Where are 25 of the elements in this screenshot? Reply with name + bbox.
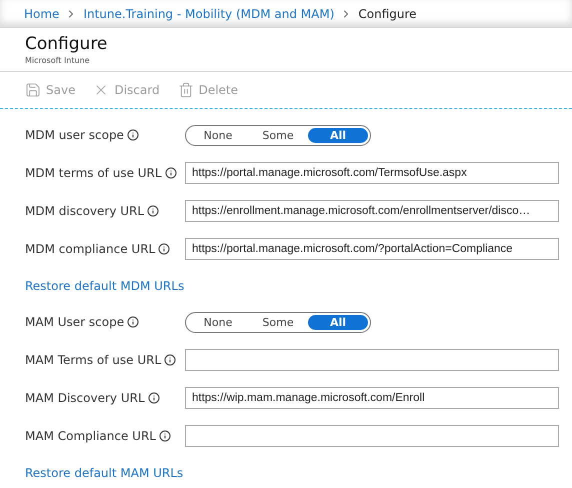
field-label: MAM Terms of use URL bbox=[25, 353, 162, 367]
field-label: MAM Discovery URL bbox=[25, 391, 145, 405]
field-label: MDM discovery URL bbox=[25, 204, 144, 218]
scope-option[interactable]: None bbox=[188, 128, 248, 142]
url-field[interactable]: https://enrollment.manage.microsoft.com/enrollmentserver/disco… bbox=[185, 200, 559, 222]
restore-link[interactable]: Restore default MDM URLs bbox=[25, 268, 184, 303]
scope-option[interactable]: Some bbox=[248, 128, 308, 142]
field-label: MDM compliance URL bbox=[25, 242, 156, 256]
field-label: MAM User scope bbox=[25, 315, 124, 329]
breadcrumb-link[interactable]: Configure bbox=[358, 6, 417, 20]
page-title: Configure bbox=[25, 34, 108, 54]
url-field[interactable]: https://wip.mam.manage.microsoft.com/Enroll bbox=[185, 387, 559, 409]
field-label: MDM user scope bbox=[25, 128, 124, 142]
url-field[interactable]: https://portal.manage.microsoft.com/TermsofUse.aspx bbox=[185, 162, 559, 184]
page-subtitle: Microsoft Intune bbox=[25, 56, 91, 65]
scope-option[interactable]: Some bbox=[248, 314, 308, 330]
scope-option[interactable]: All bbox=[308, 128, 368, 142]
restore-link[interactable]: Restore default MAM URLs bbox=[25, 455, 184, 488]
field-label: MDM terms of use URL bbox=[25, 166, 162, 180]
breadcrumb-link[interactable]: Intune.Training - Mobility (MDM and MAM) bbox=[83, 6, 334, 20]
scope-option[interactable]: All bbox=[308, 314, 368, 330]
breadcrumb-link[interactable]: Home bbox=[24, 6, 60, 20]
url-field[interactable]: https://portal.manage.microsoft.com/?portalAction=Compliance bbox=[185, 238, 559, 260]
scope-option[interactable]: None bbox=[188, 314, 248, 330]
field-label: MAM Compliance URL bbox=[25, 429, 156, 443]
